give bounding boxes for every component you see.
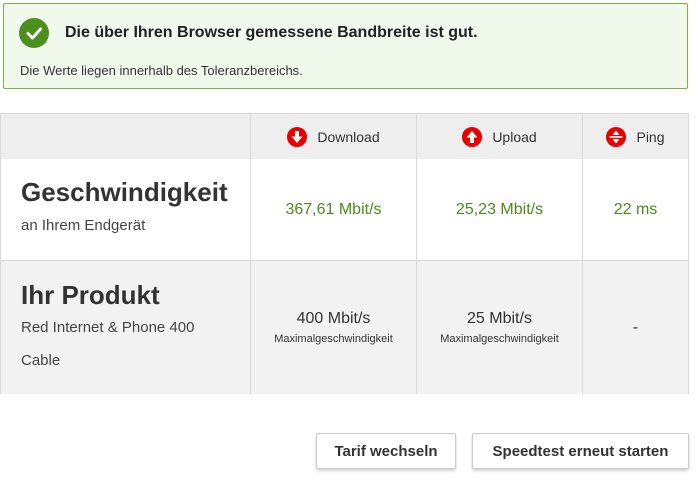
speed-row-title: Geschwindigkeit [21, 177, 228, 207]
results-table: Download Upload Ping Geschwindigkeit an … [0, 113, 689, 394]
measured-download-value: 367,61 Mbit/s [251, 159, 416, 260]
change-tariff-button[interactable]: Tarif wechseln [316, 433, 456, 469]
column-divider [582, 114, 583, 393]
alert-title: Die über Ihren Browser gemessene Bandbre… [65, 24, 478, 41]
product-ping-value: - [632, 318, 639, 336]
header-upload: Upload [417, 114, 582, 159]
row-divider [1, 260, 688, 261]
product-name: Red Internet & Phone 400 [21, 319, 195, 336]
product-download-note: Maximalgeschwindigkeit [274, 333, 393, 345]
product-download-cell: 400 Mbit/s Maximalgeschwindigkeit [251, 261, 416, 394]
header-upload-label: Upload [492, 128, 537, 145]
alert-subtitle: Die Werte liegen innerhalb des Toleranzb… [20, 63, 303, 78]
download-arrow-icon [287, 126, 308, 147]
speed-row-label-cell: Geschwindigkeit an Ihrem Endgerät [1, 159, 250, 260]
speed-row-subtitle: an Ihrem Endgerät [21, 217, 146, 234]
product-ping-cell: - [583, 261, 688, 394]
product-upload-value: 25 Mbit/s [467, 310, 532, 327]
measured-ping-value: 22 ms [583, 159, 688, 260]
upload-arrow-icon [462, 126, 483, 147]
check-circle-icon [19, 18, 49, 48]
success-alert: Die über Ihren Browser gemessene Bandbre… [3, 3, 688, 89]
product-upload-note: Maximalgeschwindigkeit [440, 333, 559, 345]
header-ping-label: Ping [636, 128, 665, 145]
header-download-label: Download [317, 128, 380, 145]
product-row-title: Ihr Produkt [21, 280, 160, 310]
product-upload-cell: 25 Mbit/s Maximalgeschwindigkeit [417, 261, 582, 394]
column-divider [250, 114, 251, 393]
product-type: Cable [21, 352, 61, 369]
measured-upload-value: 25,23 Mbit/s [417, 159, 582, 260]
ping-icon [606, 126, 627, 147]
column-divider [416, 114, 417, 393]
product-row-label-cell: Ihr Produkt Red Internet & Phone 400 Cab… [1, 261, 250, 394]
header-download: Download [251, 114, 416, 159]
header-empty-cell [1, 114, 250, 159]
restart-speedtest-button[interactable]: Speedtest erneut starten [472, 433, 689, 469]
product-download-value: 400 Mbit/s [296, 310, 371, 327]
header-ping: Ping [583, 114, 688, 159]
